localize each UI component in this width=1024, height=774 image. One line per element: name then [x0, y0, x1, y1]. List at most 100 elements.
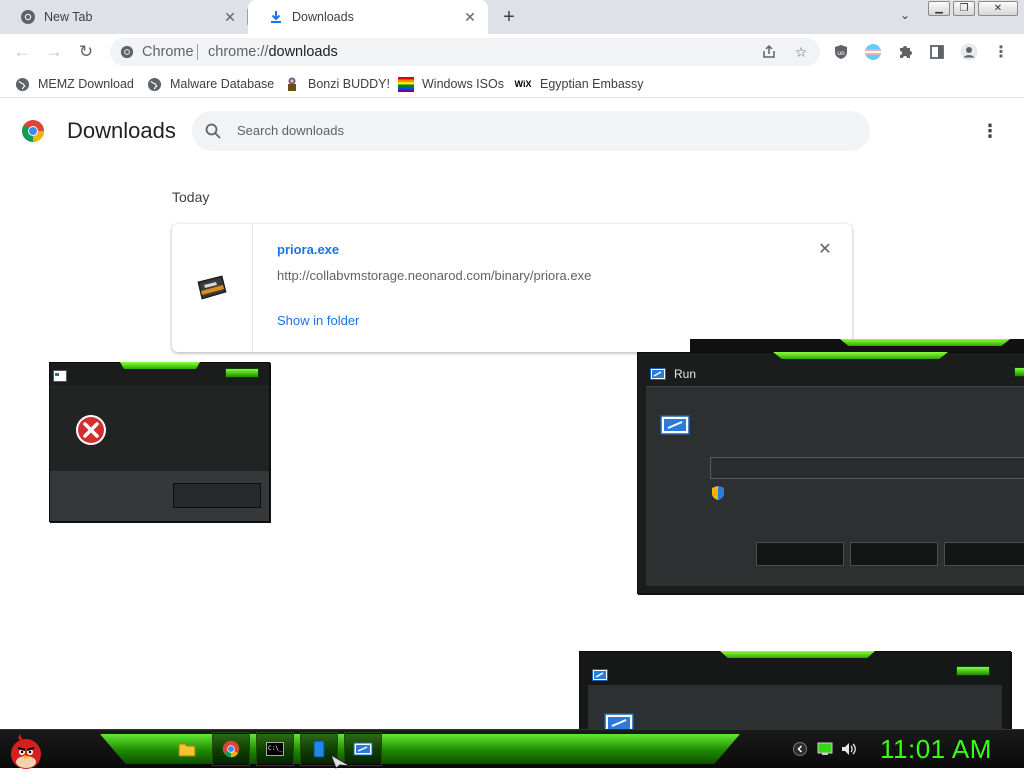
- system-clock[interactable]: 11:01 AM: [880, 734, 992, 765]
- search-placeholder: Search downloads: [237, 123, 344, 138]
- remove-from-list-icon[interactable]: ✕: [816, 241, 834, 259]
- title-glow: [840, 339, 1010, 346]
- window-title: Run: [674, 367, 697, 381]
- run-app-icon: [592, 668, 608, 681]
- profile-avatar-icon[interactable]: [960, 43, 978, 61]
- omnibox-chip[interactable]: Chrome: [120, 44, 194, 60]
- date-section-header: Today: [172, 189, 210, 205]
- download-source-url[interactable]: http://collabvmstorage.neonarod.com/bina…: [277, 268, 591, 283]
- run-program-icon: [660, 415, 690, 435]
- error-icon: [75, 414, 107, 446]
- wix-icon: WiX: [514, 79, 532, 89]
- bookmark-malware-database[interactable]: Malware Database: [146, 76, 274, 92]
- dialog-footer: [50, 471, 269, 521]
- cmd-label: C:\_: [266, 742, 284, 756]
- chrome-menu-icon[interactable]: ⋮: [992, 43, 1010, 61]
- ublock-shield-icon[interactable]: uo: [832, 43, 850, 61]
- bookmark-star-icon[interactable]: ☆: [792, 43, 810, 61]
- start-button-angry-bird-icon[interactable]: [6, 730, 50, 769]
- bookmark-label: Windows ISOs: [422, 77, 504, 91]
- download-filename-link[interactable]: priora.exe: [277, 242, 339, 257]
- search-icon: [204, 122, 222, 140]
- url-scheme: chrome://: [208, 44, 269, 60]
- ok-button[interactable]: [756, 542, 844, 566]
- tray-chevron-icon[interactable]: [792, 741, 808, 757]
- close-window-button[interactable]: [956, 666, 990, 676]
- bookmark-bonzi-buddy[interactable]: Bonzi BUDDY!: [284, 76, 390, 92]
- title-glow: [120, 362, 200, 369]
- minimize-button[interactable]: ▁: [928, 1, 950, 16]
- chrome-logo-icon: [21, 119, 45, 143]
- file-explorer-icon[interactable]: [168, 732, 206, 766]
- tab-new-tab[interactable]: New Tab ✕: [0, 0, 248, 34]
- bookmark-label: Egyptian Embassy: [540, 77, 644, 91]
- windows-flag-icon: [398, 76, 414, 92]
- mouse-cursor-icon: [330, 754, 351, 769]
- title-glow: [720, 651, 875, 658]
- forward-button[interactable]: →: [43, 41, 65, 63]
- network-monitor-icon[interactable]: [817, 741, 833, 757]
- close-window-button[interactable]: [1014, 367, 1024, 377]
- omnibox-divider: [197, 44, 198, 60]
- url-host: downloads: [268, 44, 338, 60]
- run-app-icon: [650, 367, 666, 380]
- page-title: Downloads: [67, 118, 176, 143]
- share-icon[interactable]: [760, 43, 778, 61]
- dialog-body: [50, 385, 269, 471]
- run-dialog-body: ▾: [646, 386, 1024, 586]
- close-window-button[interactable]: ✕: [978, 1, 1018, 16]
- tab-label: Downloads: [292, 10, 354, 24]
- window-app-icon: [53, 369, 67, 382]
- cancel-button[interactable]: [850, 542, 938, 566]
- close-icon[interactable]: ✕: [222, 9, 238, 25]
- globe-icon: [14, 76, 30, 92]
- volume-icon[interactable]: [841, 741, 857, 757]
- exe-file-icon: [196, 274, 228, 302]
- omnibox-chip-label: Chrome: [142, 44, 194, 60]
- svg-text:uo: uo: [837, 50, 845, 57]
- side-panel-icon[interactable]: [928, 43, 946, 61]
- tab-label: New Tab: [44, 10, 93, 24]
- globe-icon: [146, 76, 162, 92]
- tab-search-chevron-icon[interactable]: ⌄: [896, 8, 914, 26]
- download-item-card: priora.exe http://collabvmstorage.neonar…: [172, 224, 852, 352]
- download-icon-column: [172, 224, 253, 352]
- extensions-puzzle-icon[interactable]: [896, 43, 914, 61]
- search-downloads-input[interactable]: Search downloads: [192, 111, 870, 151]
- command-prompt-icon[interactable]: C:\_: [256, 732, 294, 766]
- error-dialog: [49, 362, 270, 522]
- tab-downloads[interactable]: Downloads ✕: [248, 0, 488, 34]
- extension-flag-icon[interactable]: [864, 43, 882, 61]
- uac-shield-icon: [710, 485, 726, 501]
- chrome-taskbar-icon[interactable]: [212, 732, 250, 766]
- maximize-button[interactable]: ❐: [953, 1, 975, 16]
- chrome-icon: [120, 45, 134, 59]
- open-combo-input[interactable]: ▾: [710, 457, 1024, 479]
- bookmark-label: Malware Database: [170, 77, 275, 91]
- reload-button[interactable]: ↻: [75, 41, 97, 63]
- ok-button[interactable]: [173, 483, 261, 508]
- close-window-button[interactable]: [225, 368, 259, 378]
- bookmark-label: Bonzi BUDDY!: [308, 77, 390, 91]
- taskbar: C:\_ 11:01 AM: [0, 729, 1024, 769]
- bookmark-memz-download[interactable]: MEMZ Download: [14, 76, 134, 92]
- tab-strip: New Tab ✕ Downloads ✕ + ⌄ ▁ ❐ ✕: [0, 0, 1024, 34]
- browse-button[interactable]: [944, 542, 1024, 566]
- browser-toolbar: ← → ↻ Chrome chrome://downloads ☆ uo ⋮: [0, 34, 1024, 70]
- more-actions-icon[interactable]: ⋮: [980, 120, 1000, 142]
- download-icon: [268, 9, 284, 25]
- chrome-icon: [20, 9, 36, 25]
- show-in-folder-link[interactable]: Show in folder: [277, 313, 359, 328]
- close-icon[interactable]: ✕: [462, 9, 478, 25]
- bonzi-icon: [284, 76, 300, 92]
- back-button[interactable]: ←: [11, 41, 33, 63]
- bookmark-egyptian-embassy[interactable]: WiX Egyptian Embassy: [514, 76, 644, 92]
- bookmark-windows-isos[interactable]: Windows ISOs: [398, 76, 504, 92]
- address-bar[interactable]: Chrome chrome://downloads ☆: [110, 38, 820, 66]
- bookmarks-bar: MEMZ Download Malware Database Bonzi BUD…: [0, 70, 1024, 98]
- new-tab-button[interactable]: +: [498, 6, 520, 28]
- url-text[interactable]: chrome://downloads: [208, 44, 338, 60]
- run-dialog: Run ▾: [637, 352, 1024, 594]
- title-glow: [773, 352, 948, 359]
- bookmark-label: MEMZ Download: [38, 77, 134, 91]
